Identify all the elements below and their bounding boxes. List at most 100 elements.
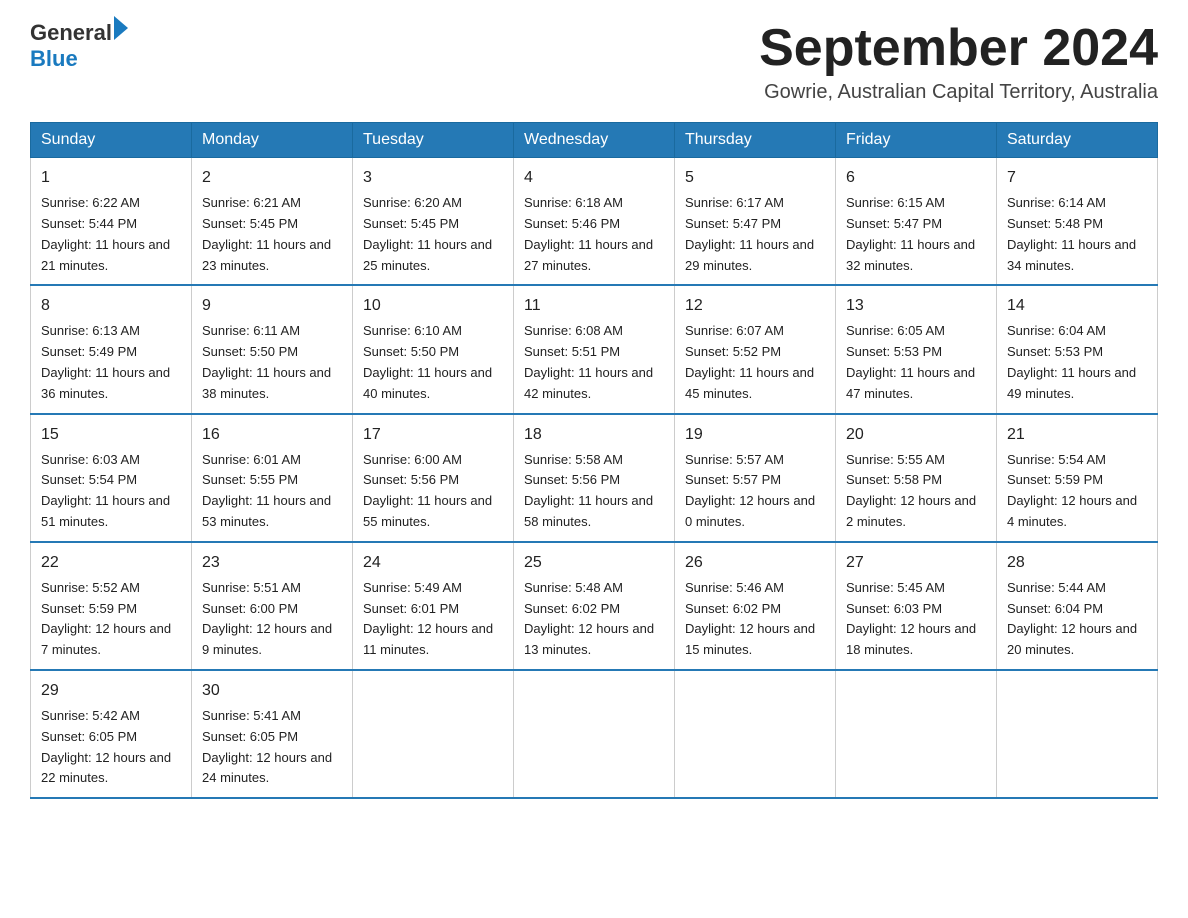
week-row-3: 15 Sunrise: 6:03 AMSunset: 5:54 PMDaylig… — [31, 414, 1158, 542]
day-info: Sunrise: 6:17 AMSunset: 5:47 PMDaylight:… — [685, 195, 814, 272]
logo-triangle-icon — [114, 16, 128, 40]
calendar-cell: 21 Sunrise: 5:54 AMSunset: 5:59 PMDaylig… — [997, 414, 1158, 542]
day-info: Sunrise: 6:13 AMSunset: 5:49 PMDaylight:… — [41, 323, 170, 400]
day-info: Sunrise: 6:08 AMSunset: 5:51 PMDaylight:… — [524, 323, 653, 400]
calendar-cell — [675, 670, 836, 798]
day-number: 22 — [41, 551, 181, 575]
day-info: Sunrise: 6:05 AMSunset: 5:53 PMDaylight:… — [846, 323, 975, 400]
calendar-cell: 16 Sunrise: 6:01 AMSunset: 5:55 PMDaylig… — [192, 414, 353, 542]
week-row-4: 22 Sunrise: 5:52 AMSunset: 5:59 PMDaylig… — [31, 542, 1158, 670]
calendar-cell: 20 Sunrise: 5:55 AMSunset: 5:58 PMDaylig… — [836, 414, 997, 542]
weekday-header-row: Sunday Monday Tuesday Wednesday Thursday… — [31, 123, 1158, 158]
calendar-cell: 3 Sunrise: 6:20 AMSunset: 5:45 PMDayligh… — [353, 158, 514, 286]
day-number: 11 — [524, 294, 664, 318]
day-number: 17 — [363, 423, 503, 447]
calendar-cell: 7 Sunrise: 6:14 AMSunset: 5:48 PMDayligh… — [997, 158, 1158, 286]
day-number: 3 — [363, 166, 503, 190]
header-wednesday: Wednesday — [514, 123, 675, 158]
day-info: Sunrise: 6:14 AMSunset: 5:48 PMDaylight:… — [1007, 195, 1136, 272]
day-info: Sunrise: 5:44 AMSunset: 6:04 PMDaylight:… — [1007, 580, 1137, 657]
calendar-cell: 24 Sunrise: 5:49 AMSunset: 6:01 PMDaylig… — [353, 542, 514, 670]
day-number: 12 — [685, 294, 825, 318]
week-row-2: 8 Sunrise: 6:13 AMSunset: 5:49 PMDayligh… — [31, 285, 1158, 413]
day-number: 1 — [41, 166, 181, 190]
day-info: Sunrise: 6:03 AMSunset: 5:54 PMDaylight:… — [41, 452, 170, 529]
calendar-cell: 15 Sunrise: 6:03 AMSunset: 5:54 PMDaylig… — [31, 414, 192, 542]
day-info: Sunrise: 5:51 AMSunset: 6:00 PMDaylight:… — [202, 580, 332, 657]
day-info: Sunrise: 6:01 AMSunset: 5:55 PMDaylight:… — [202, 452, 331, 529]
day-info: Sunrise: 5:55 AMSunset: 5:58 PMDaylight:… — [846, 452, 976, 529]
day-number: 2 — [202, 166, 342, 190]
calendar-cell: 30 Sunrise: 5:41 AMSunset: 6:05 PMDaylig… — [192, 670, 353, 798]
calendar-cell: 12 Sunrise: 6:07 AMSunset: 5:52 PMDaylig… — [675, 285, 836, 413]
day-info: Sunrise: 5:58 AMSunset: 5:56 PMDaylight:… — [524, 452, 653, 529]
header-sunday: Sunday — [31, 123, 192, 158]
day-info: Sunrise: 5:46 AMSunset: 6:02 PMDaylight:… — [685, 580, 815, 657]
day-number: 7 — [1007, 166, 1147, 190]
calendar-cell — [353, 670, 514, 798]
day-number: 24 — [363, 551, 503, 575]
calendar-cell: 19 Sunrise: 5:57 AMSunset: 5:57 PMDaylig… — [675, 414, 836, 542]
day-info: Sunrise: 5:49 AMSunset: 6:01 PMDaylight:… — [363, 580, 493, 657]
header-tuesday: Tuesday — [353, 123, 514, 158]
day-number: 26 — [685, 551, 825, 575]
day-number: 9 — [202, 294, 342, 318]
day-number: 4 — [524, 166, 664, 190]
header-saturday: Saturday — [997, 123, 1158, 158]
calendar-cell: 27 Sunrise: 5:45 AMSunset: 6:03 PMDaylig… — [836, 542, 997, 670]
calendar-cell: 28 Sunrise: 5:44 AMSunset: 6:04 PMDaylig… — [997, 542, 1158, 670]
day-number: 19 — [685, 423, 825, 447]
day-number: 18 — [524, 423, 664, 447]
calendar-cell: 9 Sunrise: 6:11 AMSunset: 5:50 PMDayligh… — [192, 285, 353, 413]
day-info: Sunrise: 6:07 AMSunset: 5:52 PMDaylight:… — [685, 323, 814, 400]
header-monday: Monday — [192, 123, 353, 158]
logo-blue: Blue — [30, 46, 78, 72]
day-info: Sunrise: 5:41 AMSunset: 6:05 PMDaylight:… — [202, 708, 332, 785]
calendar-cell — [836, 670, 997, 798]
day-info: Sunrise: 6:22 AMSunset: 5:44 PMDaylight:… — [41, 195, 170, 272]
calendar-cell: 14 Sunrise: 6:04 AMSunset: 5:53 PMDaylig… — [997, 285, 1158, 413]
day-number: 13 — [846, 294, 986, 318]
calendar-cell: 26 Sunrise: 5:46 AMSunset: 6:02 PMDaylig… — [675, 542, 836, 670]
calendar-cell: 4 Sunrise: 6:18 AMSunset: 5:46 PMDayligh… — [514, 158, 675, 286]
day-info: Sunrise: 5:48 AMSunset: 6:02 PMDaylight:… — [524, 580, 654, 657]
calendar-cell — [997, 670, 1158, 798]
calendar-cell: 5 Sunrise: 6:17 AMSunset: 5:47 PMDayligh… — [675, 158, 836, 286]
day-info: Sunrise: 6:00 AMSunset: 5:56 PMDaylight:… — [363, 452, 492, 529]
day-number: 20 — [846, 423, 986, 447]
calendar-cell: 22 Sunrise: 5:52 AMSunset: 5:59 PMDaylig… — [31, 542, 192, 670]
week-row-1: 1 Sunrise: 6:22 AMSunset: 5:44 PMDayligh… — [31, 158, 1158, 286]
day-number: 21 — [1007, 423, 1147, 447]
day-info: Sunrise: 6:15 AMSunset: 5:47 PMDaylight:… — [846, 195, 975, 272]
day-info: Sunrise: 5:57 AMSunset: 5:57 PMDaylight:… — [685, 452, 815, 529]
day-number: 23 — [202, 551, 342, 575]
calendar-cell: 18 Sunrise: 5:58 AMSunset: 5:56 PMDaylig… — [514, 414, 675, 542]
calendar-cell: 23 Sunrise: 5:51 AMSunset: 6:00 PMDaylig… — [192, 542, 353, 670]
day-number: 6 — [846, 166, 986, 190]
day-info: Sunrise: 6:04 AMSunset: 5:53 PMDaylight:… — [1007, 323, 1136, 400]
day-info: Sunrise: 5:42 AMSunset: 6:05 PMDaylight:… — [41, 708, 171, 785]
day-info: Sunrise: 5:52 AMSunset: 5:59 PMDaylight:… — [41, 580, 171, 657]
day-number: 29 — [41, 679, 181, 703]
calendar-cell: 8 Sunrise: 6:13 AMSunset: 5:49 PMDayligh… — [31, 285, 192, 413]
day-number: 5 — [685, 166, 825, 190]
day-number: 30 — [202, 679, 342, 703]
day-number: 14 — [1007, 294, 1147, 318]
calendar-cell: 13 Sunrise: 6:05 AMSunset: 5:53 PMDaylig… — [836, 285, 997, 413]
day-number: 28 — [1007, 551, 1147, 575]
logo-general: General — [30, 20, 112, 46]
day-info: Sunrise: 6:20 AMSunset: 5:45 PMDaylight:… — [363, 195, 492, 272]
day-info: Sunrise: 5:54 AMSunset: 5:59 PMDaylight:… — [1007, 452, 1137, 529]
calendar-cell: 29 Sunrise: 5:42 AMSunset: 6:05 PMDaylig… — [31, 670, 192, 798]
day-number: 16 — [202, 423, 342, 447]
calendar-cell: 25 Sunrise: 5:48 AMSunset: 6:02 PMDaylig… — [514, 542, 675, 670]
calendar-cell: 10 Sunrise: 6:10 AMSunset: 5:50 PMDaylig… — [353, 285, 514, 413]
day-number: 25 — [524, 551, 664, 575]
day-info: Sunrise: 5:45 AMSunset: 6:03 PMDaylight:… — [846, 580, 976, 657]
header-friday: Friday — [836, 123, 997, 158]
calendar-cell — [514, 670, 675, 798]
day-info: Sunrise: 6:21 AMSunset: 5:45 PMDaylight:… — [202, 195, 331, 272]
calendar-cell: 11 Sunrise: 6:08 AMSunset: 5:51 PMDaylig… — [514, 285, 675, 413]
calendar-cell: 2 Sunrise: 6:21 AMSunset: 5:45 PMDayligh… — [192, 158, 353, 286]
logo: General Blue — [30, 20, 128, 72]
